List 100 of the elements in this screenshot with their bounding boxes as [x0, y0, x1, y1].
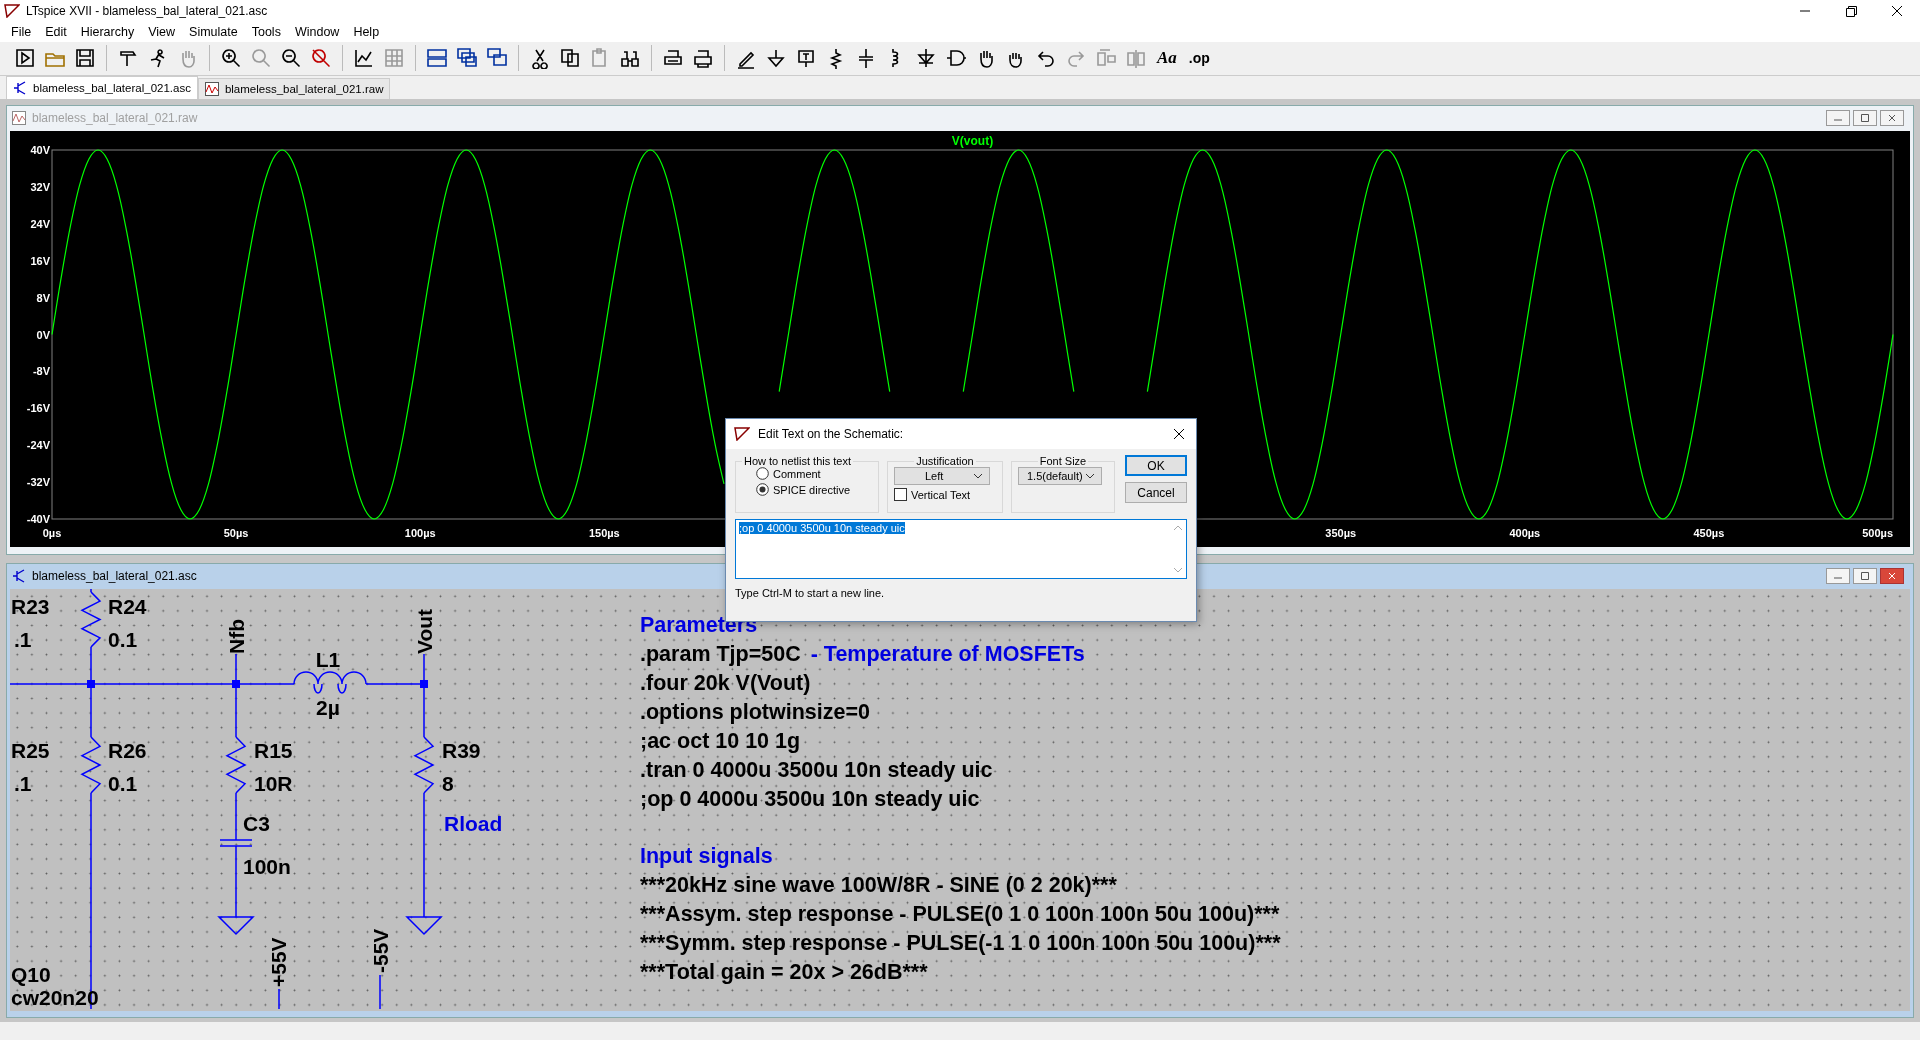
resistor-symbol: [413, 736, 435, 794]
save-icon[interactable]: [74, 47, 96, 70]
waveform-icon: [204, 81, 219, 96]
scissors-icon[interactable]: [529, 47, 551, 70]
axis-tick-label: 400µs: [1509, 526, 1541, 539]
component-label: R23: [11, 594, 50, 618]
axis-tick-label: -32V: [26, 475, 50, 488]
resistor-symbol: [80, 736, 102, 794]
menu-item[interactable]: View: [141, 23, 183, 41]
spice-directive-button[interactable]: .op: [1186, 50, 1212, 67]
axis-tick-label: 16V: [30, 254, 50, 267]
axis-tick-label: 150µs: [588, 526, 620, 539]
menu-item[interactable]: Tools: [244, 23, 288, 41]
close-icon[interactable]: [1172, 427, 1186, 441]
text-input-field[interactable]: ;op 0 4000u 3500u 10n steady uic: [735, 519, 1187, 579]
comment-text: Input signals: [640, 842, 774, 870]
menu-item[interactable]: Help: [346, 23, 387, 41]
menu-item[interactable]: Hierarchy: [73, 23, 142, 41]
component-label: R26: [108, 738, 147, 762]
close-icon[interactable]: [1880, 110, 1904, 127]
menu-item[interactable]: Edit: [38, 23, 74, 41]
component-label: C3: [243, 811, 270, 835]
axis-tick-label: 350µs: [1325, 526, 1357, 539]
spice-directive: ;ac oct 10 10 1g: [640, 727, 801, 755]
comment-text: Parameters: [640, 611, 759, 639]
resistor-symbol: [225, 736, 247, 794]
wire: [90, 588, 92, 593]
axis-tick-label: 0µs: [42, 526, 62, 539]
component-label: .1: [14, 771, 32, 795]
ground-symbol: [405, 916, 443, 935]
wire: [278, 988, 280, 1010]
spice-directive: ***Total gain = 20x > 26dB***: [640, 958, 928, 986]
copy-icon[interactable]: [559, 47, 581, 70]
caret-icon: [973, 473, 983, 479]
label-icon[interactable]: [795, 47, 817, 70]
axis-tick-label: -24V: [26, 439, 50, 451]
printer-icon[interactable]: [692, 47, 714, 70]
checkbox-option[interactable]: Vertical Text: [894, 488, 971, 501]
transistor-icon: [12, 569, 26, 584]
component-label: 0.1: [108, 627, 138, 651]
axis-tick-label: 100µs: [404, 526, 436, 539]
axis-tick-label: 0V: [36, 328, 50, 341]
component-label: .1: [14, 627, 32, 651]
app-logo-icon: [4, 4, 20, 18]
component-label: R25: [11, 738, 50, 762]
axis-tick-label: -40V: [26, 512, 50, 525]
component-label: L1: [315, 647, 341, 671]
window-title: blameless_bal_lateral_021.raw: [32, 111, 198, 126]
radio-option[interactable]: SPICE directive: [742, 483, 872, 496]
axis-tick-label: 24V: [30, 217, 50, 230]
radio-option[interactable]: Comment: [742, 467, 872, 480]
component-label: 100n: [243, 854, 291, 878]
horizontal-tile-icon[interactable]: [426, 47, 448, 70]
axis-tick-label: 450µs: [1693, 526, 1725, 539]
menu-item[interactable]: Window: [287, 23, 347, 41]
resistor-symbol: [80, 591, 102, 648]
ground-icon[interactable]: [765, 47, 787, 70]
maximize-icon[interactable]: [1853, 568, 1877, 585]
chart-icon[interactable]: [353, 47, 375, 70]
component-label: 8: [442, 771, 454, 795]
group-label: Justification: [915, 455, 975, 467]
zoom-in-icon[interactable]: [220, 47, 242, 70]
font-size-dropdown[interactable]: 1.5(default): [1018, 467, 1102, 485]
menu-item[interactable]: File: [4, 23, 39, 41]
spice-directive: .param Tjp=50C: [640, 640, 801, 668]
axis-tick-label: 500µs: [1862, 526, 1893, 539]
cascade-icon[interactable]: [456, 47, 478, 70]
component-label: R39: [442, 738, 481, 762]
net-label: Nfb: [225, 618, 248, 654]
net-label: -55V: [369, 928, 392, 973]
spice-directive: ***Symm. step response - PULSE(-1 1 0 100n 100n 50u 100u)***: [640, 929, 1281, 957]
dialog-title: Edit Text on the Schematic:: [758, 427, 904, 441]
transistor-icon: [13, 80, 27, 95]
document-tab[interactable]: blameless_bal_lateral_021.raw: [197, 77, 391, 99]
axis-tick-label: 40V: [30, 143, 50, 156]
maximize-icon[interactable]: [1853, 110, 1877, 127]
menu-item[interactable]: Simulate: [182, 23, 245, 41]
run-icon[interactable]: [14, 47, 36, 70]
cancel-button[interactable]: Cancel: [1125, 482, 1187, 503]
justification-dropdown[interactable]: Left: [894, 467, 990, 485]
document-tab[interactable]: blameless_bal_lateral_021.asc: [6, 75, 198, 99]
zoom-cancel-icon[interactable]: [310, 47, 332, 70]
axis-tick-label: 32V: [30, 180, 50, 193]
ok-button[interactable]: OK: [1125, 455, 1187, 476]
spice-directive: ;op 0 4000u 3500u 10n steady uic: [640, 785, 980, 813]
zoom-out-icon[interactable]: [280, 47, 302, 70]
spice-directive: ***20kHz sine wave 100W/8R - SINE (0 2 20k)***: [640, 871, 1117, 899]
wire: [379, 974, 381, 1010]
component-label: Q10: [11, 962, 51, 986]
capacitor-symbol: [219, 839, 253, 847]
diode-icon[interactable]: [915, 47, 937, 70]
axis-tick-label: -8V: [32, 365, 50, 378]
comment-text: - Temperature of MOSFETs: [810, 640, 1085, 668]
waveform-icon: [12, 111, 26, 126]
comment-text: Rload: [444, 811, 503, 835]
trace-label: V(vout): [951, 133, 994, 148]
close-icon[interactable]: [1880, 568, 1904, 585]
component-label: 0.1: [108, 771, 138, 795]
font-button[interactable]: Aa: [1155, 48, 1179, 69]
component-label: 10R: [254, 771, 293, 795]
